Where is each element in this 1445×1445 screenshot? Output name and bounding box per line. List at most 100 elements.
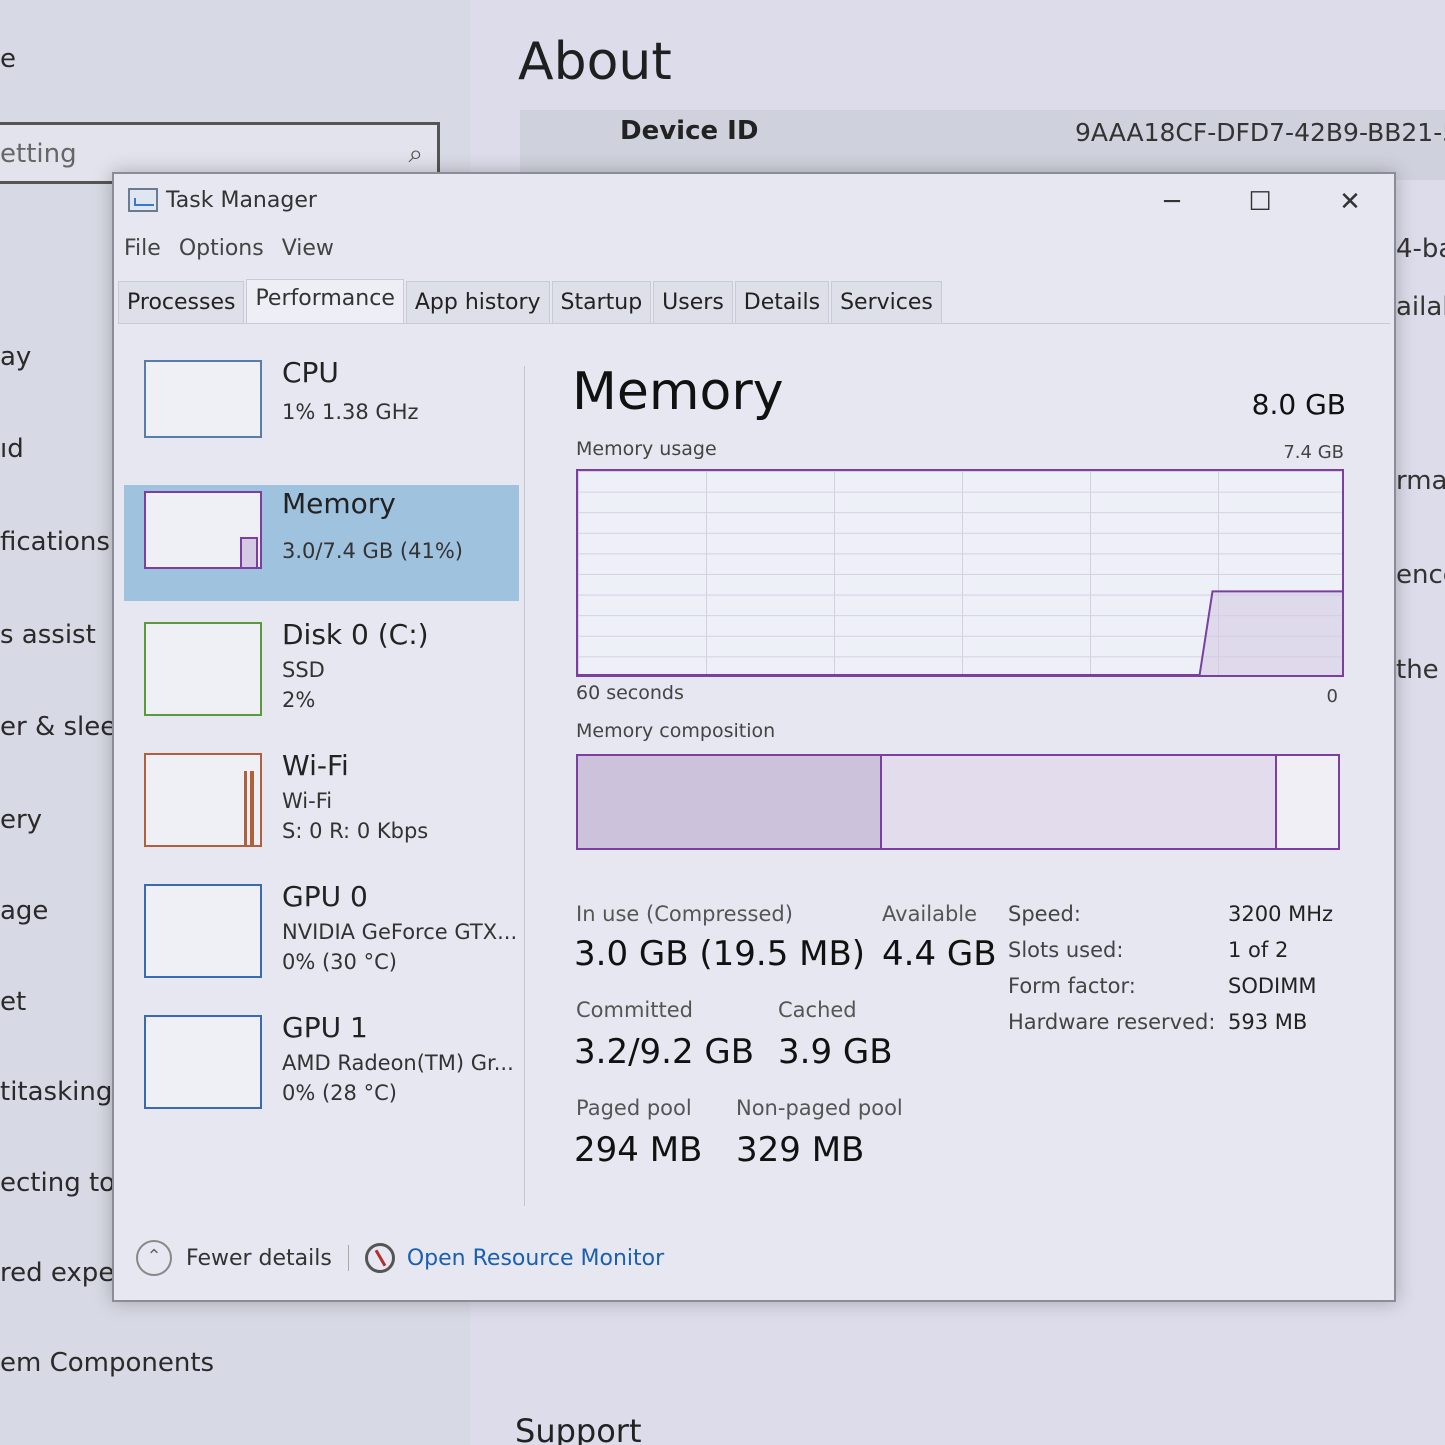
available-value: 4.4 GB bbox=[882, 934, 997, 974]
sidebar-item-name: Wi-Fi bbox=[282, 749, 349, 782]
settings-search-text: etting bbox=[0, 139, 77, 169]
form-factor-value: SODIMM bbox=[1228, 974, 1317, 998]
memory-usage-label: Memory usage bbox=[576, 438, 717, 460]
settings-nav-item[interactable]: et bbox=[0, 987, 26, 1017]
tab-processes[interactable]: Processes bbox=[118, 281, 245, 324]
menu-view[interactable]: View bbox=[282, 236, 334, 261]
tabs-divider bbox=[118, 323, 1390, 324]
sidebar-item-gpu0[interactable]: GPU 0 NVIDIA GeForce GTX... 0% (30 °C) bbox=[124, 878, 519, 994]
paged-pool-value: 294 MB bbox=[574, 1130, 703, 1170]
disk-thumbnail-graph bbox=[144, 622, 262, 716]
settings-nav-item[interactable]: ıd bbox=[0, 434, 24, 464]
tab-app-history[interactable]: App history bbox=[405, 281, 550, 324]
settings-text-fragment: ence bbox=[1396, 560, 1445, 590]
open-resource-monitor-link[interactable]: Open Resource Monitor bbox=[407, 1246, 664, 1271]
hardware-reserved-label: Hardware reserved: bbox=[1008, 1010, 1216, 1034]
sidebar-item-detail-2: 0% (30 °C) bbox=[282, 950, 397, 974]
settings-nav-item[interactable]: age bbox=[0, 896, 48, 926]
menu-file[interactable]: File bbox=[124, 236, 161, 261]
device-id-value: 9AAA18CF-DFD7-42B9-BB21-53 bbox=[1075, 118, 1445, 147]
sidebar-item-detail: SSD bbox=[282, 658, 325, 682]
settings-text-fragment: the bbox=[1396, 655, 1439, 685]
nonpaged-pool-value: 329 MB bbox=[736, 1130, 865, 1170]
nonpaged-pool-label: Non-paged pool bbox=[736, 1096, 903, 1120]
footer-separator bbox=[347, 1245, 349, 1271]
sidebar-item-detail: 3.0/7.4 GB (41%) bbox=[282, 539, 463, 563]
tab-details[interactable]: Details bbox=[734, 281, 830, 324]
settings-nav-item[interactable]: ery bbox=[0, 805, 42, 835]
form-factor-label: Form factor: bbox=[1008, 974, 1136, 998]
settings-nav-item[interactable]: s assist bbox=[0, 620, 96, 650]
gpu0-thumbnail-graph bbox=[144, 884, 262, 978]
tab-startup[interactable]: Startup bbox=[551, 281, 652, 324]
device-id-row: Device ID 9AAA18CF-DFD7-42B9-BB21-53 bbox=[520, 110, 1445, 180]
task-manager-icon bbox=[128, 188, 158, 212]
speed-label: Speed: bbox=[1008, 902, 1081, 926]
paged-pool-label: Paged pool bbox=[576, 1096, 692, 1120]
close-button[interactable]: ✕ bbox=[1320, 182, 1380, 222]
committed-label: Committed bbox=[576, 998, 693, 1022]
settings-nav-item[interactable]: e bbox=[0, 44, 16, 74]
slots-value: 1 of 2 bbox=[1228, 938, 1289, 962]
sidebar-item-detail-2: S: 0 R: 0 Kbps bbox=[282, 819, 429, 843]
graph-axis-right: 0 bbox=[1326, 686, 1338, 707]
sidebar-item-cpu[interactable]: CPU 1% 1.38 GHz bbox=[124, 354, 519, 470]
menu-bar: File Options View bbox=[124, 236, 334, 261]
resource-monitor-icon[interactable] bbox=[364, 1243, 395, 1273]
memory-thumbnail-graph bbox=[144, 491, 262, 569]
graph-axis-left: 60 seconds bbox=[576, 682, 684, 704]
panel-title: Memory bbox=[572, 362, 784, 422]
sidebar-item-name: GPU 0 bbox=[282, 880, 368, 913]
menu-options[interactable]: Options bbox=[179, 236, 264, 261]
memory-usage-area bbox=[578, 591, 1342, 675]
sidebar-item-name: Memory bbox=[282, 487, 396, 520]
cached-label: Cached bbox=[778, 998, 857, 1022]
sidebar-item-name: Disk 0 (C:) bbox=[282, 618, 429, 651]
sidebar-item-detail: AMD Radeon(TM) Gr... bbox=[282, 1051, 514, 1075]
sidebar-divider bbox=[524, 366, 525, 1206]
memory-composition-label: Memory composition bbox=[576, 720, 776, 742]
cached-value: 3.9 GB bbox=[778, 1032, 893, 1072]
cpu-thumbnail-graph bbox=[144, 360, 262, 438]
minimize-button[interactable]: ─ bbox=[1142, 182, 1202, 222]
available-label: Available bbox=[882, 902, 978, 926]
speed-value: 3200 MHz bbox=[1228, 902, 1334, 926]
tab-services[interactable]: Services bbox=[831, 281, 942, 324]
task-manager-window[interactable]: Task Manager ─ ☐ ✕ File Options View Pro… bbox=[112, 172, 1396, 1302]
memory-total: 8.0 GB bbox=[1251, 388, 1346, 421]
settings-nav-item[interactable]: ay bbox=[0, 342, 31, 372]
tab-performance[interactable]: Performance bbox=[246, 279, 404, 324]
support-title: Support bbox=[515, 1412, 642, 1445]
sidebar-item-detail: Wi-Fi bbox=[282, 789, 333, 813]
settings-nav-item[interactable]: em Components bbox=[0, 1348, 214, 1378]
sidebar-item-name: CPU bbox=[282, 356, 339, 389]
window-title: Task Manager bbox=[166, 188, 317, 213]
memory-usage-graph bbox=[576, 469, 1344, 677]
settings-text-fragment: 4-ba bbox=[1396, 234, 1445, 264]
maximize-button[interactable]: ☐ bbox=[1230, 182, 1290, 222]
device-id-label: Device ID bbox=[620, 116, 759, 146]
settings-text-fragment: rman bbox=[1396, 466, 1445, 496]
search-icon[interactable]: ⌕ bbox=[408, 139, 423, 170]
sidebar-item-disk[interactable]: Disk 0 (C:) SSD 2% bbox=[124, 616, 519, 732]
sidebar-item-detail: 1% 1.38 GHz bbox=[282, 400, 419, 424]
sidebar-item-detail: NVIDIA GeForce GTX... bbox=[282, 920, 518, 944]
settings-nav-item[interactable]: titasking bbox=[0, 1077, 112, 1107]
tab-users[interactable]: Users bbox=[653, 281, 733, 324]
sidebar-item-gpu1[interactable]: GPU 1 AMD Radeon(TM) Gr... 0% (28 °C) bbox=[124, 1009, 519, 1125]
memory-composition-bar bbox=[576, 754, 1340, 850]
fewer-details-button[interactable]: Fewer details bbox=[186, 1246, 332, 1271]
sidebar-item-wifi[interactable]: Wi-Fi Wi-Fi S: 0 R: 0 Kbps bbox=[124, 747, 519, 863]
composition-standby bbox=[882, 756, 1278, 848]
in-use-label: In use (Compressed) bbox=[576, 902, 793, 926]
title-bar[interactable]: Task Manager ─ ☐ ✕ bbox=[114, 174, 1394, 230]
sidebar-item-name: GPU 1 bbox=[282, 1011, 368, 1044]
sidebar-item-memory[interactable]: Memory 3.0/7.4 GB (41%) bbox=[124, 485, 519, 601]
composition-free bbox=[1277, 756, 1338, 848]
hardware-reserved-value: 593 MB bbox=[1228, 1010, 1308, 1034]
in-use-value: 3.0 GB (19.5 MB) bbox=[574, 934, 866, 974]
chevron-up-icon[interactable]: ⌃ bbox=[136, 1240, 172, 1276]
tab-bar: Processes Performance App history Startu… bbox=[118, 278, 944, 324]
settings-text-fragment: ailab bbox=[1396, 292, 1445, 322]
composition-in-use bbox=[578, 756, 882, 848]
